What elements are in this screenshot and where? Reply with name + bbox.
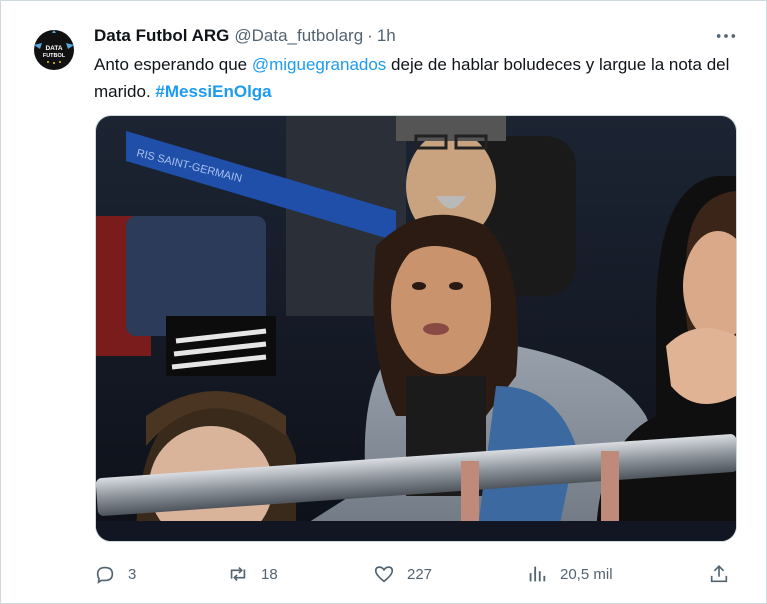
tweet-timestamp[interactable]: 1h [377,26,396,46]
heart-icon [374,566,394,583]
separator-dot: · [367,26,373,45]
share-icon [710,565,728,583]
like-count: 227 [407,565,433,583]
like-button[interactable]: 227 [373,559,432,589]
reply-button[interactable]: 3 [94,559,136,589]
tweet-text: Anto esperando que @miguegranados deje d… [94,51,744,105]
reply-icon [96,566,114,584]
mention-link[interactable]: @miguegranados [252,55,386,74]
data-futbol-logo: DATA FUTBOL [34,30,74,70]
retweet-icon [230,566,246,582]
tweet-actions: 3 18 227 20,5 mil [94,559,744,589]
views-chart-icon [529,566,546,582]
share-button[interactable] [708,559,730,589]
author-name[interactable]: Data Futbol ARG [94,26,229,46]
hashtag-link[interactable]: #MessiEnOlga [155,82,271,101]
avatar-text-line2: FUTBOL [43,53,66,59]
views-count: 20,5 mil [560,565,613,583]
tweet-header: Data Futbol ARG @Data_futbolarg · 1h [94,24,396,48]
more-options-button[interactable] [712,27,740,45]
author-handle[interactable]: @Data_futbolarg [234,26,363,46]
tweet-card[interactable]: DATA FUTBOL Data Futbol ARG @Data_futbol… [0,0,767,604]
tweet-media-photo[interactable]: RIS SAINT-GERMAIN [95,115,737,542]
author-avatar[interactable]: DATA FUTBOL [28,23,80,75]
more-horizontal-icon [716,34,736,38]
reply-count: 3 [128,565,137,583]
stadium-photo: RIS SAINT-GERMAIN [96,116,736,541]
avatar-text-line1: DATA [45,45,62,52]
retweet-count: 18 [261,565,278,583]
retweet-button[interactable]: 18 [227,559,278,589]
views-button[interactable]: 20,5 mil [526,559,613,589]
tweet-text-part1: Anto esperando que [94,55,252,74]
